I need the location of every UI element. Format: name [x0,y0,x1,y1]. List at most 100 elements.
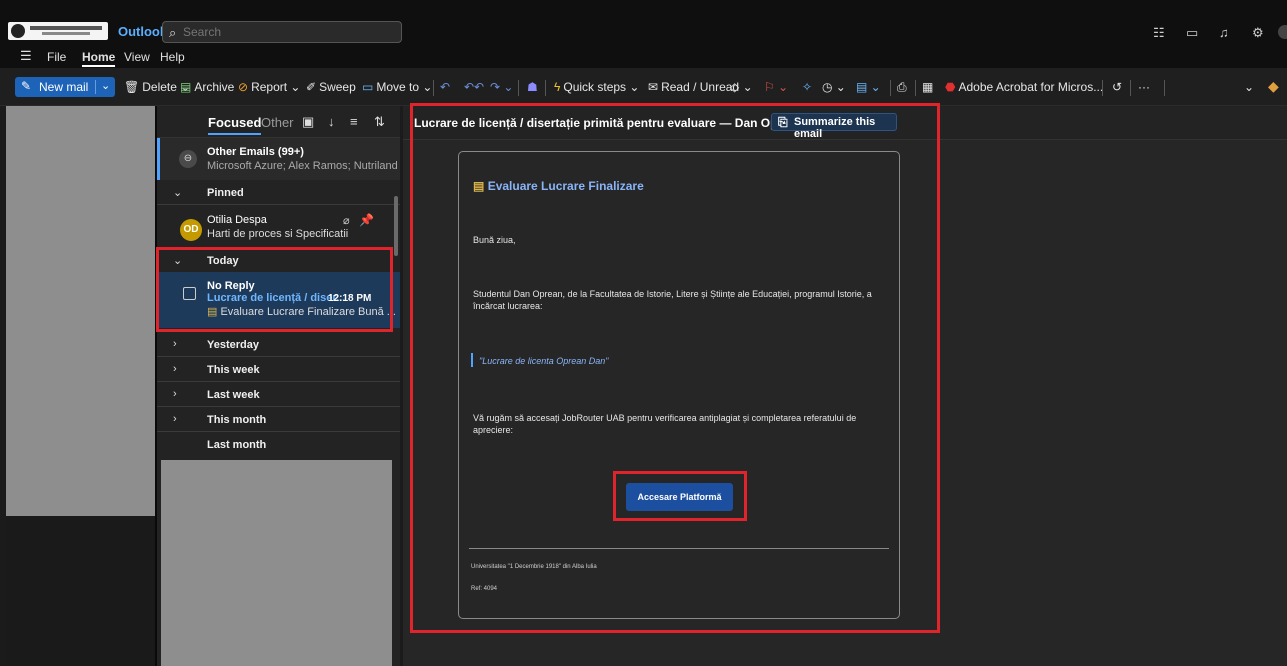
title-bar: Outlook ⌕ ☷ ▭ ♫ ⚙ [0,0,1287,46]
move-to-button[interactable]: ▭ Move to ⌄ [362,80,432,94]
folder-icon: ▭ [362,80,374,94]
report-button[interactable]: ⊘ Report ⌄ [238,80,300,94]
group-last-month[interactable]: Last month [157,433,400,457]
copilot-icon[interactable]: ◆ [1268,78,1279,95]
menu-file[interactable]: File [47,50,66,64]
teams-share-icon[interactable]: ☗ [527,80,538,94]
list-item[interactable]: OD Otilia Despa Harti de proces si Speci… [157,206,400,248]
clock-icon[interactable]: ◷ ⌄ [822,80,846,94]
folder-pane-footer [6,516,156,666]
undo-icon[interactable]: ↺ [1112,80,1122,94]
quoted-title: "Lucrare de licenta Oprean Dan" [471,353,608,367]
group-last-week[interactable]: › Last week [157,383,400,407]
menu-view[interactable]: View [124,50,150,64]
reading-pane: Lucrare de licență / disertație primită … [403,106,1287,666]
group-pinned[interactable]: ⌄ Pinned [157,181,400,205]
attachment-icon: ⌀ [343,215,350,227]
more-button[interactable]: ··· [1138,80,1150,94]
message-list-header: Focused Other ▣ ↓ ≡ ⇅ [157,106,400,138]
group-yesterday[interactable]: › Yesterday [157,333,400,357]
shield-icon: ⊘ [238,80,249,94]
greeting-text: Bună ziua, [473,235,516,245]
access-platform-button[interactable]: Accesare Platformă [626,483,733,511]
select-icon[interactable]: ▣ [302,114,314,130]
pin-icon[interactable]: 📌 [359,213,374,227]
app-name[interactable]: Outlook [118,24,167,39]
forward-icon[interactable]: ↷ ⌄ [490,80,513,94]
sort-icon[interactable]: ⇅ [374,114,385,130]
chevron-down-icon: ⌄ [173,187,183,199]
teams-icon[interactable]: ☷ [1153,25,1165,41]
folder-pane [6,106,156,516]
reply-all-icon[interactable]: ↶↶ [464,80,484,94]
tag-icon[interactable]: ◇ ⌄ [730,80,753,94]
email-subject: Lucrare de licență / disertație primită … [414,116,803,130]
avatar[interactable] [1278,25,1287,39]
envelope-icon: ✉ [648,80,659,94]
read-unread-button[interactable]: ✉ Read / Unread [648,80,739,94]
settings-icon[interactable]: ⚙ [1252,25,1264,41]
tab-other[interactable]: Other [261,115,294,130]
search-icon: ⌕ [169,25,177,40]
flag-icon[interactable]: ⚐ ⌄ [764,80,788,94]
menu-home[interactable]: Home [82,50,116,67]
jump-to-icon[interactable]: ↓ [328,114,335,129]
reading-header: Lucrare de licență / disertație primită … [403,106,1287,140]
filter-icon[interactable]: ≡ [350,114,358,129]
search-box[interactable]: ⌕ [162,21,402,43]
avatar: OD [180,219,202,241]
reply-icon[interactable]: ↶ [440,80,450,94]
chevron-down-icon: ⌄ [173,255,183,267]
body-paragraph-2: Vă rugăm să accesați JobRouter UAB pentr… [473,413,857,435]
inbox-icon: ⊖ [179,150,197,168]
body-paragraph: Studentul Dan Oprean, de la Facultatea d… [473,289,872,311]
acrobat-icon: ⬣ [945,80,956,94]
ribbon-toolbar: ✎ New mail ⌄ 🗑 Delete ⌄ ▤ Archive ⊘ Report … [0,68,1287,106]
hamburger-icon[interactable]: ☰ [20,48,32,64]
divider [469,548,889,549]
quick-steps-button[interactable]: ϟ Quick steps ⌄ [554,80,639,94]
group-this-week[interactable]: › This week [157,358,400,382]
ribbon-collapse-icon[interactable]: ⌄ [1244,80,1254,94]
university-logo [8,22,108,40]
tab-focused[interactable]: Focused [208,115,262,135]
chat-icon[interactable]: ▭ [1186,25,1198,41]
group-today[interactable]: ⌄ Today [157,249,400,273]
trash-icon: 🗑 [124,80,140,94]
summarize-button[interactable]: ⎘ Summarize this email [771,113,897,140]
email-heading: ▤ Evaluare Lucrare Finalizare [473,179,644,193]
archive-button[interactable]: ▤ Archive [180,80,234,94]
chevron-down-icon[interactable]: ⌄ [101,79,110,92]
rules-icon[interactable]: ▤ ⌄ [856,80,881,94]
chevron-right-icon: › [173,413,177,425]
print-icon[interactable]: ⎙ [897,80,907,95]
apps-icon[interactable]: ▦ [922,80,933,94]
menu-bar: ☰ File Home View Help [0,46,1287,68]
chevron-right-icon: › [173,338,177,350]
bell-icon[interactable]: ♫ [1219,25,1229,40]
scrollbar[interactable] [394,196,398,256]
pin-icon[interactable]: ✧ [802,80,812,94]
chevron-right-icon: › [173,363,177,375]
summarize-icon: ⎘ [778,115,788,129]
document-icon: ▤ [473,179,485,193]
other-emails-item[interactable]: ⊖ Other Emails (99+) Microsoft Azure; Al… [157,138,400,180]
chevron-right-icon: › [173,388,177,400]
list-placeholder [161,460,392,666]
footer-org: Universitatea "1 Decembrie 1918" din Alb… [471,564,597,570]
search-input[interactable] [183,24,393,40]
new-mail-button[interactable]: ✎ New mail ⌄ [15,77,115,97]
acrobat-button[interactable]: ⬣ Adobe Acrobat for Micros... [945,80,1103,94]
footer-ref: Ref: 4094 [471,586,498,592]
document-icon: ▤ [207,306,218,318]
list-item-selected[interactable]: No Reply Lucrare de licență / diser... 1… [157,272,400,328]
sweep-icon: ✐ [306,80,317,94]
select-checkbox[interactable] [183,287,196,300]
group-this-month[interactable]: › This month [157,408,400,432]
menu-help[interactable]: Help [160,50,185,64]
compose-icon: ✎ [21,79,32,93]
sweep-button[interactable]: ✐ Sweep [306,80,356,94]
message-list: Focused Other ▣ ↓ ≡ ⇅ ⊖ Other Emails (99… [157,106,400,666]
archive-icon: ▤ [180,80,192,94]
lightning-icon: ϟ [554,80,561,94]
